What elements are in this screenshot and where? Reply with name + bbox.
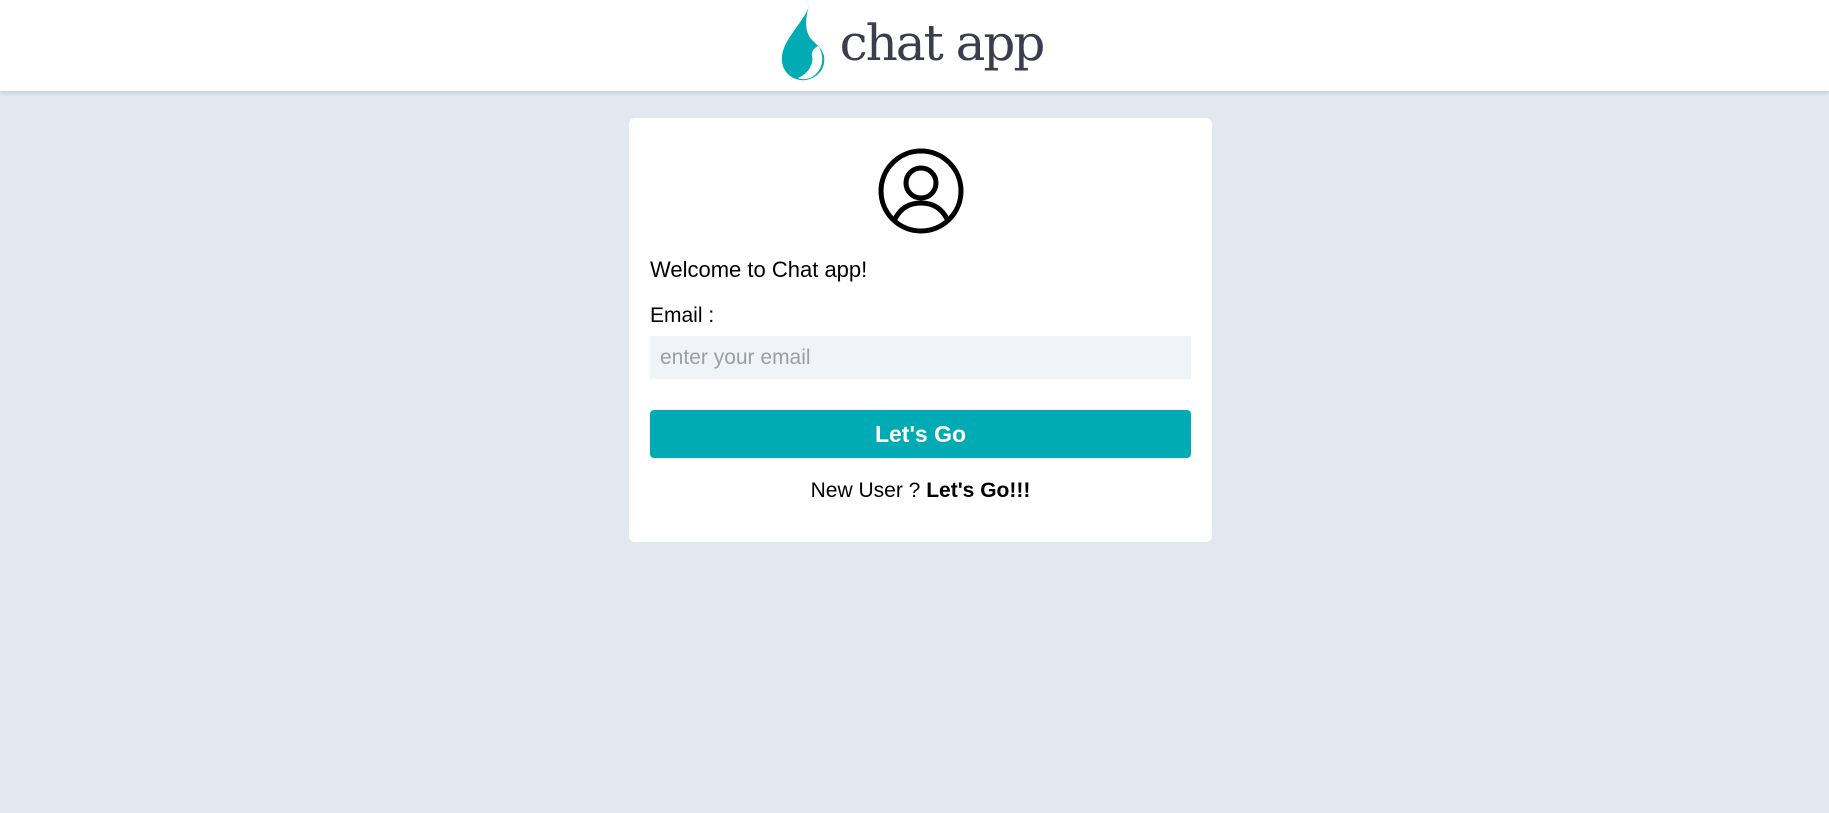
login-card: Welcome to Chat app! Email : Let's Go Ne…	[629, 118, 1212, 542]
signup-prompt-line: New User ? Let's Go!!!	[629, 478, 1212, 503]
app-logo-text: chat app	[839, 13, 1046, 72]
signup-prompt-text: New User ?	[810, 479, 921, 502]
app-logo[interactable]: chat app	[778, 4, 1046, 82]
signup-link[interactable]: Let's Go!!!	[926, 479, 1030, 502]
email-input[interactable]	[650, 336, 1191, 379]
user-circle-icon	[878, 148, 964, 234]
lets-go-button[interactable]: Let's Go	[650, 410, 1191, 458]
flame-drop-icon	[781, 5, 824, 80]
email-label: Email :	[650, 304, 715, 327]
top-bar: chat app	[0, 0, 1829, 91]
welcome-heading: Welcome to Chat app!	[650, 257, 868, 282]
